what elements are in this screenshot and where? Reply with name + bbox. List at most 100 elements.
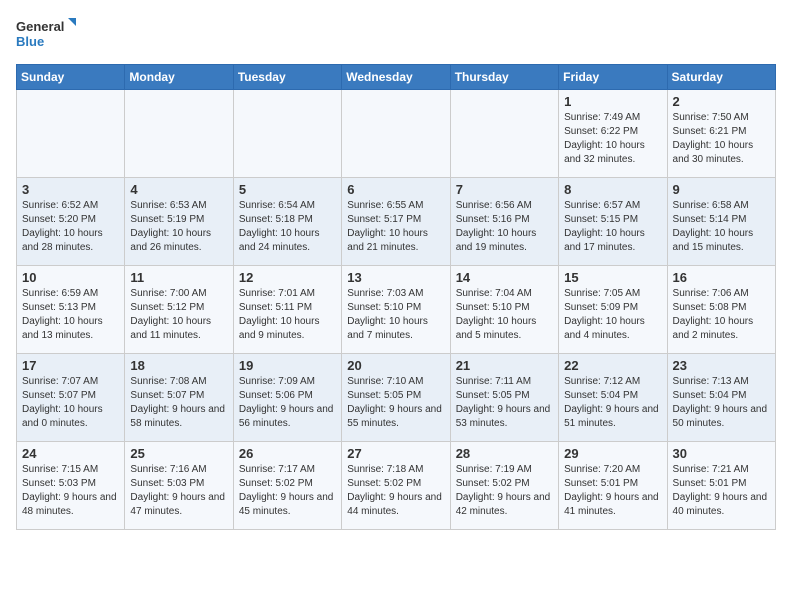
calendar-week-row: 24Sunrise: 7:15 AMSunset: 5:03 PMDayligh… [17, 442, 776, 530]
weekday-header-sunday: Sunday [17, 65, 125, 90]
day-info: Sunrise: 7:06 AMSunset: 5:08 PMDaylight:… [673, 287, 770, 343]
day-number: 20 [347, 358, 444, 373]
day-info: Sunrise: 6:56 AMSunset: 5:16 PMDaylight:… [456, 199, 553, 255]
day-info: Sunrise: 7:10 AMSunset: 5:05 PMDaylight:… [347, 375, 444, 431]
day-info: Sunrise: 7:49 AMSunset: 6:22 PMDaylight:… [564, 111, 661, 167]
weekday-header-tuesday: Tuesday [233, 65, 341, 90]
calendar-cell: 7 Sunrise: 6:56 AMSunset: 5:16 PMDaylight… [450, 178, 558, 266]
calendar-cell: 4Sunrise: 6:53 AMSunset: 5:19 PMDaylight… [125, 178, 233, 266]
calendar-cell: 27 Sunrise: 7:18 AMSunset: 5:02 PMDayligh… [342, 442, 450, 530]
calendar-cell: 14 Sunrise: 7:04 AMSunset: 5:10 PMDayligh… [450, 266, 558, 354]
day-info: Sunrise: 7:11 AMSunset: 5:05 PMDaylight:… [456, 375, 553, 431]
day-number: 12 [239, 270, 336, 285]
calendar-cell: 18 Sunrise: 7:08 AMSunset: 5:07 PMDayligh… [125, 354, 233, 442]
day-number: 27 [347, 446, 444, 461]
calendar-cell: 22 Sunrise: 7:12 AMSunset: 5:04 PMDayligh… [559, 354, 667, 442]
day-info: Sunrise: 7:50 AMSunset: 6:21 PMDaylight:… [673, 111, 770, 167]
day-number: 18 [130, 358, 227, 373]
calendar-cell: 29Sunrise: 7:20 AMSunset: 5:01 PMDayligh… [559, 442, 667, 530]
day-number: 10 [22, 270, 119, 285]
day-info: Sunrise: 7:04 AMSunset: 5:10 PMDaylight:… [456, 287, 553, 343]
calendar-cell [342, 90, 450, 178]
day-number: 24 [22, 446, 119, 461]
calendar-week-row: 10 Sunrise: 6:59 AMSunset: 5:13 PMDayligh… [17, 266, 776, 354]
day-info: Sunrise: 7:05 AMSunset: 5:09 PMDaylight:… [564, 287, 661, 343]
calendar-cell: 28Sunrise: 7:19 AMSunset: 5:02 PMDayligh… [450, 442, 558, 530]
calendar-cell: 10 Sunrise: 6:59 AMSunset: 5:13 PMDayligh… [17, 266, 125, 354]
day-info: Sunrise: 6:52 AMSunset: 5:20 PMDaylight:… [22, 199, 119, 255]
weekday-header-row: SundayMondayTuesdayWednesdayThursdayFrid… [17, 65, 776, 90]
day-number: 8 [564, 182, 661, 197]
day-number: 22 [564, 358, 661, 373]
calendar-cell: 8 Sunrise: 6:57 AMSunset: 5:15 PMDaylight… [559, 178, 667, 266]
calendar-cell: 26 Sunrise: 7:17 AMSunset: 5:02 PMDayligh… [233, 442, 341, 530]
day-info: Sunrise: 7:20 AMSunset: 5:01 PMDaylight:… [564, 463, 661, 519]
day-info: Sunrise: 6:59 AMSunset: 5:13 PMDaylight:… [22, 287, 119, 343]
calendar-cell: 16 Sunrise: 7:06 AMSunset: 5:08 PMDayligh… [667, 266, 775, 354]
weekday-header-thursday: Thursday [450, 65, 558, 90]
logo-icon: General Blue [16, 16, 76, 52]
calendar-cell: 1 Sunrise: 7:49 AMSunset: 6:22 PMDaylight… [559, 90, 667, 178]
day-number: 3 [22, 182, 119, 197]
calendar-cell [450, 90, 558, 178]
day-number: 17 [22, 358, 119, 373]
weekday-header-friday: Friday [559, 65, 667, 90]
calendar-cell: 9 Sunrise: 6:58 AMSunset: 5:14 PMDaylight… [667, 178, 775, 266]
day-number: 1 [564, 94, 661, 109]
day-number: 26 [239, 446, 336, 461]
calendar-cell [125, 90, 233, 178]
day-number: 9 [673, 182, 770, 197]
page-header: General Blue [16, 16, 776, 52]
day-number: 5 [239, 182, 336, 197]
day-number: 7 [456, 182, 553, 197]
calendar-cell: 30 Sunrise: 7:21 AMSunset: 5:01 PMDayligh… [667, 442, 775, 530]
day-number: 6 [347, 182, 444, 197]
day-info: Sunrise: 6:57 AMSunset: 5:15 PMDaylight:… [564, 199, 661, 255]
day-info: Sunrise: 7:00 AMSunset: 5:12 PMDaylight:… [130, 287, 227, 343]
day-number: 11 [130, 270, 227, 285]
calendar-table: SundayMondayTuesdayWednesdayThursdayFrid… [16, 64, 776, 530]
day-number: 23 [673, 358, 770, 373]
calendar-cell: 11 Sunrise: 7:00 AMSunset: 5:12 PMDayligh… [125, 266, 233, 354]
weekday-header-monday: Monday [125, 65, 233, 90]
calendar-week-row: 17 Sunrise: 7:07 AMSunset: 5:07 PMDayligh… [17, 354, 776, 442]
day-number: 25 [130, 446, 227, 461]
calendar-cell [233, 90, 341, 178]
day-info: Sunrise: 7:01 AMSunset: 5:11 PMDaylight:… [239, 287, 336, 343]
calendar-cell: 12 Sunrise: 7:01 AMSunset: 5:11 PMDayligh… [233, 266, 341, 354]
day-number: 14 [456, 270, 553, 285]
calendar-cell: 5 Sunrise: 6:54 AMSunset: 5:18 PMDaylight… [233, 178, 341, 266]
day-number: 2 [673, 94, 770, 109]
calendar-cell: 6Sunrise: 6:55 AMSunset: 5:17 PMDaylight… [342, 178, 450, 266]
day-number: 19 [239, 358, 336, 373]
calendar-cell: 25 Sunrise: 7:16 AMSunset: 5:03 PMDayligh… [125, 442, 233, 530]
calendar-cell: 24Sunrise: 7:15 AMSunset: 5:03 PMDayligh… [17, 442, 125, 530]
weekday-header-saturday: Saturday [667, 65, 775, 90]
day-number: 15 [564, 270, 661, 285]
day-info: Sunrise: 7:18 AMSunset: 5:02 PMDaylight:… [347, 463, 444, 519]
day-info: Sunrise: 7:09 AMSunset: 5:06 PMDaylight:… [239, 375, 336, 431]
calendar-cell: 19 Sunrise: 7:09 AMSunset: 5:06 PMDayligh… [233, 354, 341, 442]
weekday-header-wednesday: Wednesday [342, 65, 450, 90]
svg-text:Blue: Blue [16, 34, 44, 49]
day-info: Sunrise: 7:17 AMSunset: 5:02 PMDaylight:… [239, 463, 336, 519]
calendar-cell: 21 Sunrise: 7:11 AMSunset: 5:05 PMDayligh… [450, 354, 558, 442]
day-number: 16 [673, 270, 770, 285]
calendar-cell: 17 Sunrise: 7:07 AMSunset: 5:07 PMDayligh… [17, 354, 125, 442]
calendar-cell: 23Sunrise: 7:13 AMSunset: 5:04 PMDayligh… [667, 354, 775, 442]
day-number: 28 [456, 446, 553, 461]
day-info: Sunrise: 7:08 AMSunset: 5:07 PMDaylight:… [130, 375, 227, 431]
calendar-cell: 13Sunrise: 7:03 AMSunset: 5:10 PMDayligh… [342, 266, 450, 354]
day-info: Sunrise: 7:07 AMSunset: 5:07 PMDaylight:… [22, 375, 119, 431]
day-info: Sunrise: 6:53 AMSunset: 5:19 PMDaylight:… [130, 199, 227, 255]
logo: General Blue [16, 16, 76, 52]
day-number: 21 [456, 358, 553, 373]
day-info: Sunrise: 7:21 AMSunset: 5:01 PMDaylight:… [673, 463, 770, 519]
day-info: Sunrise: 6:54 AMSunset: 5:18 PMDaylight:… [239, 199, 336, 255]
calendar-cell: 2 Sunrise: 7:50 AMSunset: 6:21 PMDaylight… [667, 90, 775, 178]
day-info: Sunrise: 6:58 AMSunset: 5:14 PMDaylight:… [673, 199, 770, 255]
day-info: Sunrise: 7:12 AMSunset: 5:04 PMDaylight:… [564, 375, 661, 431]
day-number: 30 [673, 446, 770, 461]
calendar-cell: 20 Sunrise: 7:10 AMSunset: 5:05 PMDayligh… [342, 354, 450, 442]
day-info: Sunrise: 7:16 AMSunset: 5:03 PMDaylight:… [130, 463, 227, 519]
